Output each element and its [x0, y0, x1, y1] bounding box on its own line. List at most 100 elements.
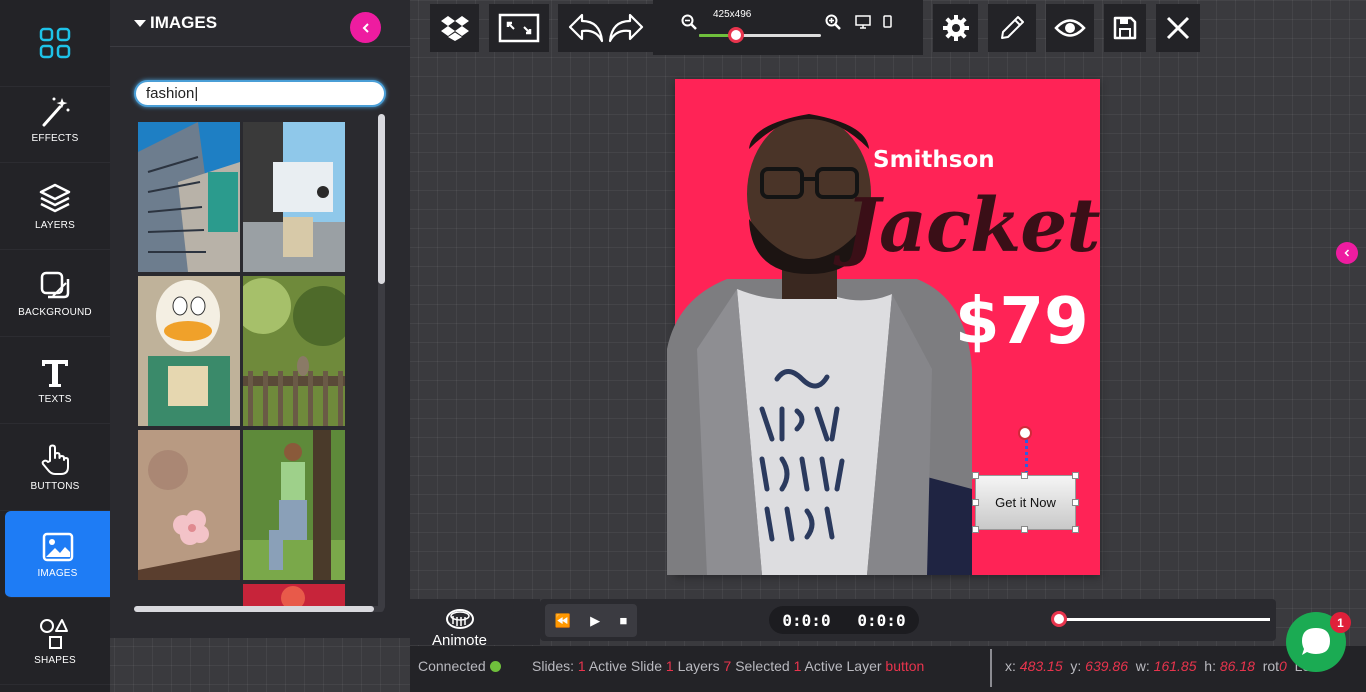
undo-redo-group: [558, 4, 653, 52]
image-thumb-red[interactable]: [243, 584, 345, 608]
connection-status: Connected: [418, 658, 501, 674]
collapse-panel-button[interactable]: [350, 12, 381, 43]
design-canvas[interactable]: Smithson Jacket $79 Get it Now: [667, 79, 1101, 575]
desktop-icon[interactable]: [855, 15, 871, 29]
resize-handle-s[interactable]: [1021, 526, 1028, 533]
background-icon: [40, 271, 70, 298]
zoom-in-icon[interactable]: [825, 14, 841, 30]
grid-icon: [39, 27, 71, 59]
sidebar-item-texts[interactable]: TEXTS: [0, 337, 110, 424]
hand-pointer-icon: [41, 444, 69, 475]
sidebar-item-buttons[interactable]: BUTTONS: [0, 424, 110, 511]
seek-slider[interactable]: [1058, 618, 1270, 621]
rotate-guide: [1025, 439, 1028, 475]
man-in-park-photo: [243, 430, 345, 580]
app-logo: Animote: [410, 599, 540, 649]
fullscreen-button[interactable]: [489, 4, 549, 52]
time-display: 0:0:0 0:0:0: [769, 606, 919, 634]
floppy-icon: [1113, 16, 1137, 40]
pink-flower-photo: [138, 430, 240, 580]
save-button[interactable]: [1104, 4, 1146, 52]
image-thumb-flower[interactable]: [138, 430, 240, 580]
image-thumb-cat[interactable]: [243, 276, 345, 426]
sidebar-item-images[interactable]: IMAGES: [5, 511, 110, 598]
resize-handle-w[interactable]: [972, 499, 979, 506]
film-reel-icon: [446, 609, 474, 629]
redo-icon[interactable]: [606, 11, 646, 45]
panel-header: IMAGES: [110, 0, 410, 47]
design-product-text[interactable]: Jacket: [845, 183, 1101, 269]
sidebar-label-texts: TEXTS: [38, 393, 72, 405]
settings-button[interactable]: [933, 4, 978, 52]
duck-mask-person-photo: [138, 276, 240, 426]
image-thumb-boat[interactable]: [243, 122, 345, 272]
seek-slider-handle[interactable]: [1051, 611, 1067, 627]
status-geometry: x: 483.15 y: 639.86 w: 161.85 h: 86.18 r…: [1005, 658, 1310, 674]
zoom-slider-handle[interactable]: [727, 27, 744, 43]
edit-button[interactable]: [988, 4, 1036, 52]
sidebar-item-background[interactable]: BACKGROUND: [0, 250, 110, 337]
design-price-text[interactable]: $79: [955, 285, 1089, 359]
preview-button[interactable]: [1046, 4, 1094, 52]
dropbox-button[interactable]: [430, 4, 479, 52]
resize-handle-ne[interactable]: [1072, 472, 1079, 479]
mobile-icon[interactable]: [883, 15, 892, 28]
close-icon: [1166, 16, 1190, 40]
sidebar-item-layers[interactable]: LAYERS: [0, 163, 110, 250]
boat-harbor-photo: [243, 122, 345, 272]
vertical-scrollbar-thumb[interactable]: [378, 114, 385, 284]
image-thumb-man[interactable]: [243, 430, 345, 580]
chevron-left-icon: [1344, 249, 1350, 257]
horizontal-scrollbar[interactable]: [134, 606, 384, 612]
status-counts: Slides: 1 Active Slide 1 Layers 7 Select…: [532, 658, 925, 674]
chat-bubble-icon: [1302, 628, 1330, 655]
resize-handle-n[interactable]: [1021, 472, 1028, 479]
resize-handle-se[interactable]: [1072, 526, 1079, 533]
image-thumb-building[interactable]: [138, 122, 240, 272]
sidebar-item-apps[interactable]: [0, 0, 110, 87]
image-search-input[interactable]: [134, 80, 386, 107]
status-bar: Connected Slides: 1 Active Slide 1 Layer…: [410, 646, 1366, 692]
status-divider: [990, 649, 992, 687]
sidebar-item-effects[interactable]: EFFECTS: [0, 76, 110, 163]
text-icon: [42, 359, 68, 387]
image-thumb-duck[interactable]: [138, 276, 240, 426]
sidebar-label-images: IMAGES: [37, 567, 78, 579]
design-cta-button[interactable]: Get it Now: [975, 475, 1076, 530]
resize-handle-e[interactable]: [1072, 499, 1079, 506]
play-icon[interactable]: ▶: [590, 613, 600, 629]
sidebar-label-buttons: BUTTONS: [30, 480, 80, 492]
sidebar-label-shapes: SHAPES: [34, 654, 76, 666]
right-panel-toggle[interactable]: [1336, 242, 1358, 264]
chat-notification-badge: 1: [1330, 612, 1351, 633]
current-time: 0:0:0: [782, 610, 831, 630]
sidebar-label-background: BACKGROUND: [18, 306, 92, 318]
caret-down-icon: [134, 20, 146, 28]
model-photo[interactable]: [667, 109, 977, 575]
zoom-slider[interactable]: [699, 34, 821, 37]
rewind-icon[interactable]: ⏪: [555, 613, 571, 629]
expand-icon: [498, 13, 540, 43]
zoom-out-icon[interactable]: [681, 14, 697, 30]
resize-handle-sw[interactable]: [972, 526, 979, 533]
player-controls: ⏪ ▶ ■: [545, 604, 637, 637]
image-icon: [42, 532, 73, 561]
rotate-handle[interactable]: [1018, 426, 1032, 440]
vertical-scrollbar[interactable]: [378, 114, 385, 610]
left-sidebar: EFFECTS LAYERS BACKGROUND TEXTS BUTTONS: [0, 0, 110, 692]
red-scene-photo: [243, 584, 345, 608]
sidebar-item-shapes[interactable]: SHAPES: [0, 598, 110, 685]
eye-icon: [1054, 19, 1086, 37]
horizontal-scrollbar-thumb[interactable]: [134, 606, 374, 612]
images-panel: IMAGES: [110, 0, 410, 638]
panel-title[interactable]: IMAGES: [134, 13, 217, 33]
dropbox-icon: [440, 16, 469, 41]
building-photo: [138, 122, 240, 272]
design-brand-text[interactable]: Smithson: [873, 147, 995, 173]
chevron-left-icon: [362, 22, 369, 33]
undo-icon[interactable]: [566, 11, 606, 45]
stop-icon[interactable]: ■: [619, 613, 627, 628]
resize-handle-nw[interactable]: [972, 472, 979, 479]
close-button[interactable]: [1156, 4, 1200, 52]
cat-on-fence-photo: [243, 276, 345, 426]
